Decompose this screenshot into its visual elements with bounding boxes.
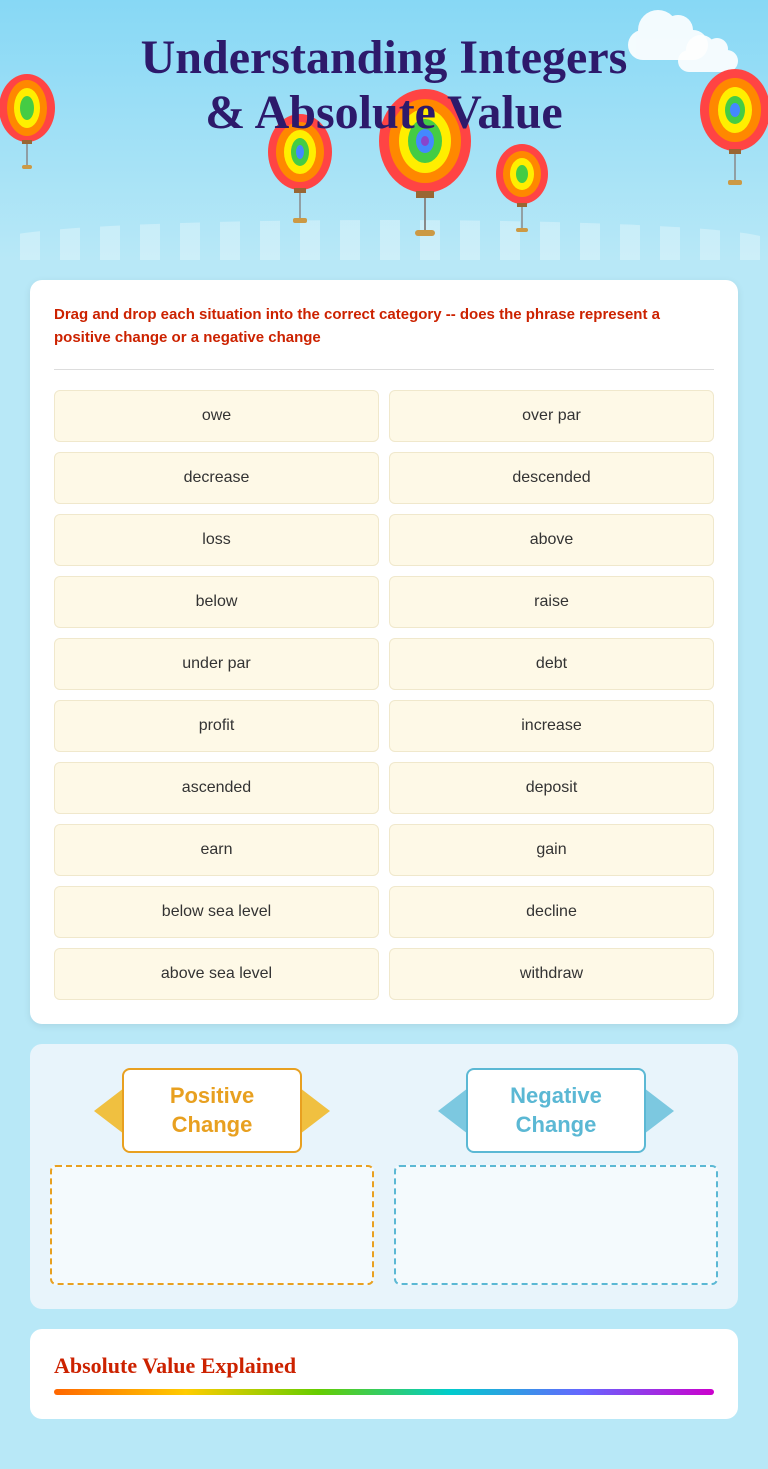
tile-descended[interactable]: descended (389, 452, 714, 504)
tile-raise[interactable]: raise (389, 576, 714, 628)
tile-ascended[interactable]: ascended (54, 762, 379, 814)
negative-change-zone[interactable]: NegativeChange (394, 1068, 718, 1285)
tile-gain[interactable]: gain (389, 824, 714, 876)
tile-above[interactable]: above (389, 514, 714, 566)
tile-decline[interactable]: decline (389, 886, 714, 938)
tile-debt[interactable]: debt (389, 638, 714, 690)
positive-label-row: PositiveChange (50, 1068, 374, 1153)
tile-loss[interactable]: loss (54, 514, 379, 566)
tile-withdraw[interactable]: withdraw (389, 948, 714, 1000)
positive-arrow-right-icon (300, 1088, 330, 1134)
word-grid: owe over par decrease descended loss abo… (54, 390, 714, 1000)
divider (54, 369, 714, 370)
word-tiles-card: Drag and drop each situation into the co… (30, 280, 738, 1024)
tile-decrease[interactable]: decrease (54, 452, 379, 504)
header: Understanding Integers & Absolute Value (0, 0, 768, 260)
positive-arrow-left-icon (94, 1088, 124, 1134)
tile-profit[interactable]: profit (54, 700, 379, 752)
tile-owe[interactable]: owe (54, 390, 379, 442)
positive-drop-area[interactable] (50, 1165, 374, 1285)
drop-zones-card: PositiveChange NegativeChange (30, 1044, 738, 1309)
negative-arrow-left-icon (438, 1088, 468, 1134)
absolute-value-title: Absolute Value Explained (54, 1353, 714, 1379)
negative-arrow-right-icon (644, 1088, 674, 1134)
negative-label-row: NegativeChange (394, 1068, 718, 1153)
negative-drop-area[interactable] (394, 1165, 718, 1285)
absolute-value-section: Absolute Value Explained (30, 1329, 738, 1419)
tile-above-sea-level[interactable]: above sea level (54, 948, 379, 1000)
balloon-right-center-icon (490, 140, 555, 235)
tile-below[interactable]: below (54, 576, 379, 628)
tile-under-par[interactable]: under par (54, 638, 379, 690)
tile-below-sea-level[interactable]: below sea level (54, 886, 379, 938)
main-content: Drag and drop each situation into the co… (0, 260, 768, 1469)
instruction-text: Drag and drop each situation into the co… (54, 304, 714, 349)
tile-increase[interactable]: increase (389, 700, 714, 752)
positive-change-zone[interactable]: PositiveChange (50, 1068, 374, 1285)
negative-change-label: NegativeChange (466, 1068, 646, 1153)
rainbow-bar (54, 1389, 714, 1395)
tile-earn[interactable]: earn (54, 824, 379, 876)
tile-over-par[interactable]: over par (389, 390, 714, 442)
tile-deposit[interactable]: deposit (389, 762, 714, 814)
positive-change-label: PositiveChange (122, 1068, 302, 1153)
page-title: Understanding Integers & Absolute Value (20, 30, 748, 140)
